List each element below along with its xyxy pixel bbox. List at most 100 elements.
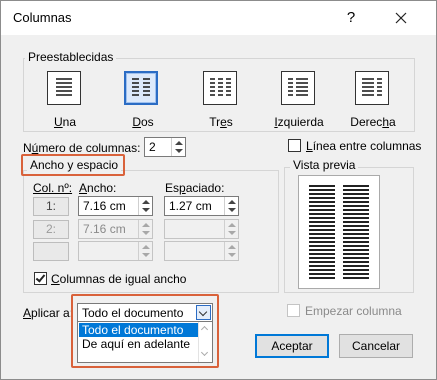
arrow-down-icon [142,253,150,257]
line-between-label: Línea entre columnas [306,139,422,153]
preview-text-line [343,249,369,251]
preview-text-line [343,257,369,259]
preview-text-line [343,205,369,207]
preview-text-line [309,241,335,243]
arrow-up-icon [142,223,150,227]
preset-two[interactable]: Dos [123,71,163,131]
column-3-spacing [164,241,239,261]
arrow-down-icon [142,208,150,212]
preview-text-line [309,261,335,263]
arrow-up-icon [228,223,236,227]
column-2-spacing [164,219,239,239]
preview-text-line [343,233,369,235]
column-1-spacing[interactable]: 1.27 cm [164,196,239,216]
arrow-down-icon [175,149,183,153]
close-button[interactable] [389,6,413,30]
preview-text-line [343,241,369,243]
close-icon [395,12,407,24]
arrow-down-icon [228,208,236,212]
arrow-down-icon [142,231,150,235]
preset-right[interactable]: Derecha [350,71,396,131]
column-3-width [78,241,153,261]
preview-text-line [309,269,335,271]
presets-group-label: Preestablecidas [25,50,117,64]
preview-text-line [309,217,335,219]
preset-three[interactable]: Tres [201,71,241,131]
stepper-arrows[interactable] [171,138,185,156]
preview-page [298,175,380,289]
num-columns-stepper[interactable]: 2 [144,137,186,157]
preview-text-line [309,277,335,279]
preview-text-line [343,189,369,191]
preview-text-line [309,193,335,195]
preset-two-label: Dos [132,115,154,129]
preview-text-line [343,217,369,219]
preview-text-line [343,273,369,275]
preview-text-line [309,237,335,239]
preview-text-line [309,185,335,187]
preview-text-line [309,201,335,203]
preview-text-line [343,277,369,279]
preview-text-line [309,257,335,259]
preview-text-line [343,253,369,255]
preview-text-line [309,273,335,275]
checkmark-icon [35,272,46,283]
column-1-button[interactable]: 1: [33,197,69,216]
num-columns-value: 2 [149,140,156,154]
apply-to-label: Aplicar a: [23,306,74,320]
ok-button[interactable]: Aceptar [255,334,329,358]
three-columns-icon [203,71,237,105]
equal-width-checkbox[interactable] [34,272,47,285]
arrow-down-icon [228,231,236,235]
one-column-icon [47,71,81,105]
arrow-up-icon [228,245,236,249]
preview-text-line [309,209,335,211]
title-bar: Columnas ? [1,1,436,35]
preset-one-label: Una [53,115,77,129]
left-column-icon [281,71,315,105]
preview-column-right [343,185,369,281]
preview-text-line [309,233,335,235]
column-1-width[interactable]: 7.16 cm [78,196,153,216]
preset-three-label: Tres [209,115,233,129]
preview-text-line [309,197,335,199]
column-3-button [33,242,69,261]
preview-text-line [343,221,369,223]
preview-text-line [309,245,335,247]
line-between-checkbox[interactable] [288,139,301,152]
preview-text-line [343,201,369,203]
columns-dialog: Columnas ? Preestablecidas Una Dos Tres … [0,0,437,380]
preview-text-line [309,213,335,215]
preview-group-label: Vista previa [290,158,359,172]
preset-left[interactable]: Izquierda [274,71,324,131]
preview-text-line [309,189,335,191]
preview-text-line [343,213,369,215]
preview-text-line [343,237,369,239]
dialog-title: Columnas [13,10,72,25]
column-2-button: 2: [33,220,69,239]
preview-text-line [343,197,369,199]
cancel-button[interactable]: Cancelar [339,334,413,358]
preview-text-line [309,265,335,267]
help-button[interactable]: ? [339,6,363,30]
preview-text-line [343,269,369,271]
width-header: Ancho: [79,181,117,195]
preset-one[interactable]: Una [45,71,85,131]
preview-text-line [343,209,369,211]
preview-text-line [343,185,369,187]
right-column-icon [355,71,389,105]
preview-text-line [309,221,335,223]
preview-text-line [343,265,369,267]
col-number-header: Col. nº: [33,181,73,195]
start-column-label: Empezar columna [305,304,402,318]
preview-column-left [309,185,335,281]
start-column-checkbox [287,304,300,317]
preview-text-line [309,229,335,231]
spacing-header: Espaciado: [165,181,225,195]
arrow-up-icon [142,200,150,204]
width-spacing-highlight [21,154,125,176]
arrow-up-icon [228,200,236,204]
column-2-width: 7.16 cm [78,219,153,239]
preset-left-label: Izquierda [274,115,324,129]
preview-text-line [343,229,369,231]
